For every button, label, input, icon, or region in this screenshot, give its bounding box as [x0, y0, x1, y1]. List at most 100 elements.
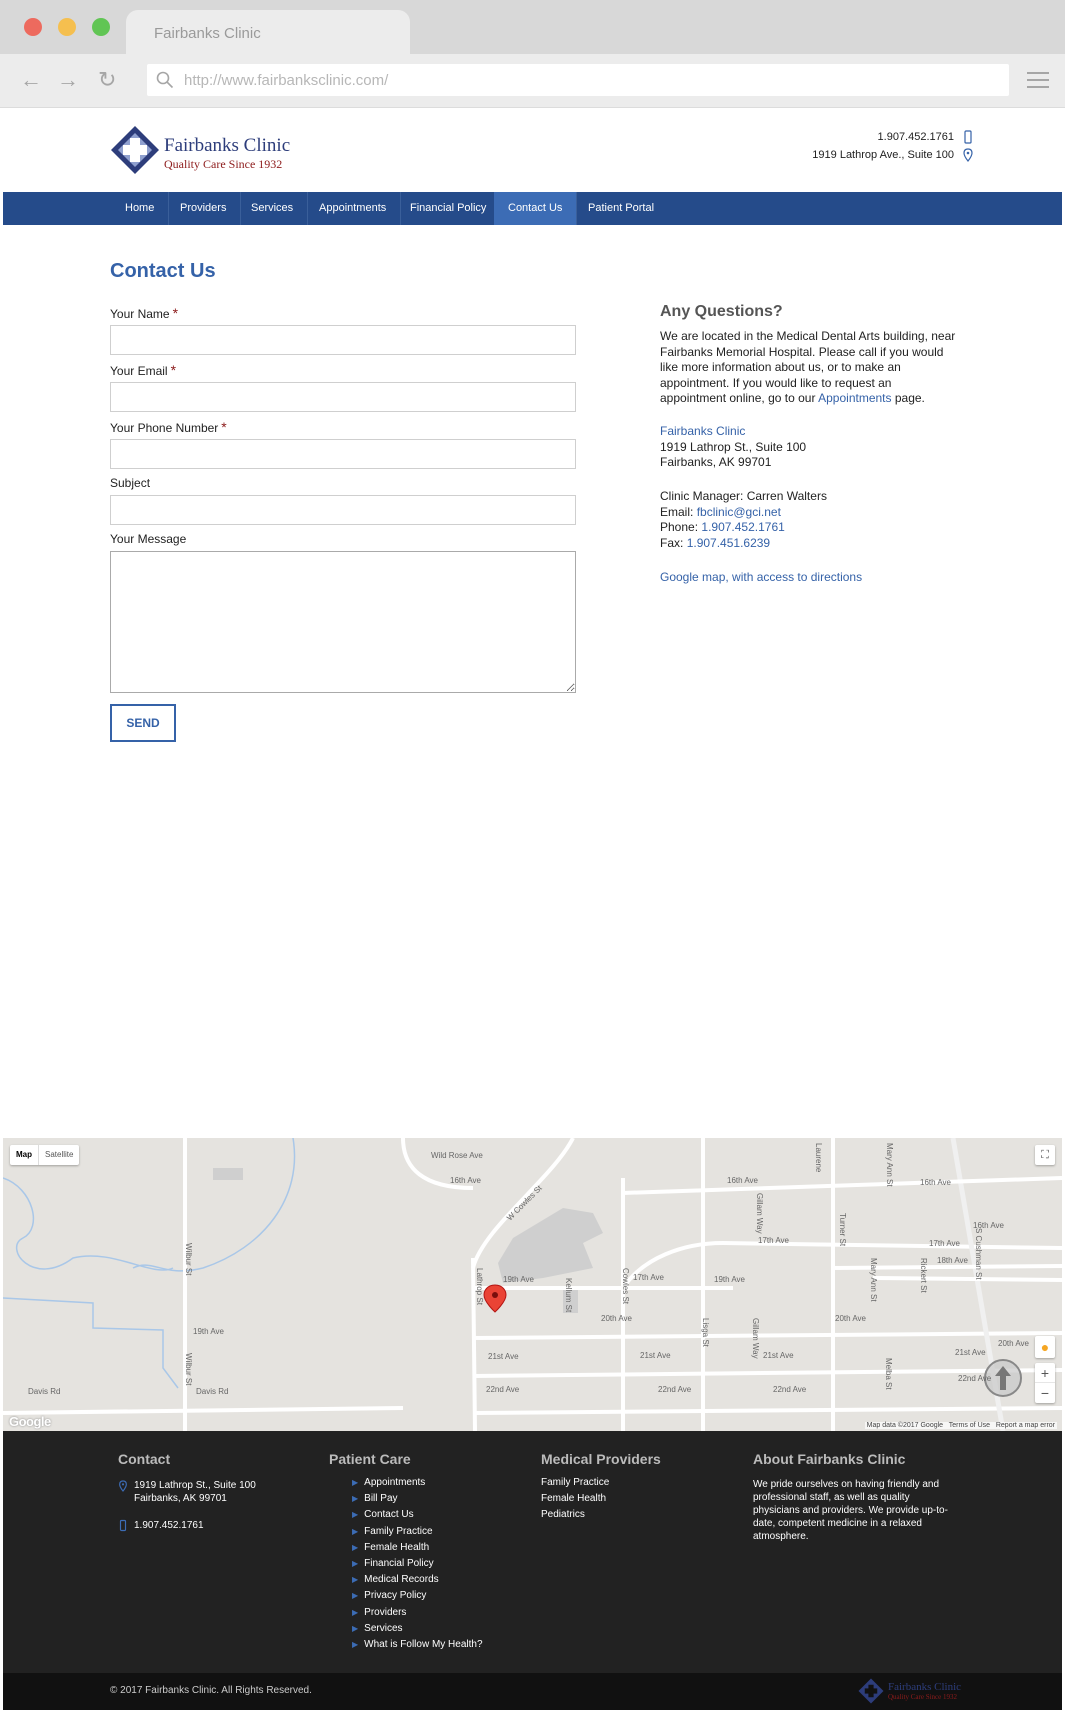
aside-address: Fairbanks Clinic 1919 Lathrop St., Suite… [660, 424, 960, 471]
footer-phone[interactable]: 1.907.452.1761 [134, 1519, 204, 1532]
message-textarea[interactable] [110, 551, 576, 693]
footer-logo[interactable]: Fairbanks Clinic Quality Care Since 1932 [858, 1678, 968, 1706]
footer-about-text: We pride ourselves on having friendly an… [753, 1479, 948, 1542]
email-link[interactable]: fbclinic@gci.net [697, 505, 781, 519]
reload-icon[interactable]: ↻ [98, 68, 116, 92]
footer-link-appointments[interactable]: Appointments [364, 1476, 483, 1492]
subject-input[interactable] [110, 495, 576, 525]
nav-home[interactable]: Home [111, 192, 170, 225]
phone-row-label: Phone: [660, 520, 699, 534]
fax-link[interactable]: 1.907.451.6239 [687, 536, 770, 550]
clinic-cross-logo-icon [858, 1678, 884, 1704]
address-bar[interactable]: http://www.fairbanksclinic.com/ [147, 64, 1009, 96]
footer-link-female-health[interactable]: Female Health [364, 1541, 483, 1557]
minimize-window-button[interactable] [58, 18, 76, 36]
footer-link-privacy-policy[interactable]: Privacy Policy [364, 1589, 483, 1605]
street-label: 20th Ave [835, 1314, 866, 1323]
footer-link-follow-my-health[interactable]: What is Follow My Health? [364, 1638, 482, 1654]
aside-email-row: Email: fbclinic@gci.net [660, 505, 960, 521]
street-label: 19th Ave [193, 1327, 224, 1336]
street-label: 22nd Ave [773, 1385, 807, 1394]
google-map-link[interactable]: Google map, with access to directions [660, 570, 960, 586]
browser-toolbar: ← → ↻ http://www.fairbanksclinic.com/ [0, 54, 1065, 108]
google-map[interactable]: Wild Rose Ave 16th Ave 16th Ave 16th Ave… [3, 1138, 1062, 1431]
footer-provider-pediatrics[interactable]: Pediatrics [541, 1508, 609, 1524]
street-label: Laurene [814, 1143, 823, 1173]
aside-fax-row: Fax: 1.907.451.6239 [660, 536, 960, 552]
nav-providers[interactable]: Providers [166, 192, 242, 225]
subject-label: Subject [110, 476, 151, 490]
email-label: Your Email * [110, 362, 176, 378]
back-arrow-icon[interactable]: ← [20, 68, 42, 92]
street-view-pegman-icon[interactable]: ● [1035, 1336, 1055, 1358]
browser-menu-icon[interactable] [1027, 72, 1049, 88]
aside-clinic-name[interactable]: Fairbanks Clinic [660, 424, 960, 440]
street-label: Lathrop St [475, 1268, 484, 1305]
footer-link-providers[interactable]: Providers [364, 1606, 483, 1622]
map-type-map[interactable]: Map [10, 1145, 39, 1165]
site-footer: Contact 1919 Lathrop St., Suite 100 Fair… [3, 1431, 1062, 1673]
maximize-window-button[interactable] [92, 18, 110, 36]
footer-logo-name: Fairbanks Clinic [888, 1681, 962, 1693]
footer-link-services[interactable]: Services [364, 1622, 483, 1638]
mobile-phone-icon [119, 1519, 127, 1532]
appointments-link[interactable]: Appointments [818, 391, 891, 405]
zoom-out-button[interactable]: − [1035, 1383, 1055, 1403]
nav-patient-portal[interactable]: Patient Portal [574, 192, 668, 225]
street-label: Wilbur St [184, 1243, 193, 1276]
street-label: Davis Rd [196, 1387, 229, 1396]
footer-providers-title: Medical Providers [541, 1451, 661, 1467]
nav-financial-policy[interactable]: Financial Policy [396, 192, 502, 225]
street-label: 22nd Ave [486, 1385, 520, 1394]
close-window-button[interactable] [24, 18, 42, 36]
aside-manager: Clinic Manager: Carren Walters [660, 489, 827, 503]
nav-appointments[interactable]: Appointments [305, 192, 402, 225]
message-label: Your Message [110, 532, 187, 546]
map-pin-icon [963, 148, 973, 162]
footer-link-financial-policy[interactable]: Financial Policy [364, 1557, 483, 1573]
footer-provider-female-health[interactable]: Female Health [541, 1492, 609, 1508]
map-roads [3, 1138, 1062, 1431]
name-input[interactable] [110, 325, 576, 355]
nav-contact-us[interactable]: Contact Us [494, 192, 578, 225]
footer-link-medical-records[interactable]: Medical Records [364, 1573, 483, 1589]
header-phone[interactable]: 1.907.452.1761 [878, 131, 954, 143]
forward-arrow-icon[interactable]: → [57, 68, 79, 92]
street-label: 21st Ave [640, 1351, 671, 1360]
aside-contact-details: Clinic Manager: Carren Walters Email: fb… [660, 489, 960, 551]
map-type-satellite[interactable]: Satellite [39, 1145, 79, 1165]
phone-link[interactable]: 1.907.452.1761 [701, 520, 784, 534]
footer-link-bill-pay[interactable]: Bill Pay [364, 1492, 483, 1508]
footer-street: 1919 Lathrop St., Suite 100 [134, 1480, 256, 1491]
street-label: Gillam Way [751, 1318, 760, 1359]
street-label: Gillam Way [755, 1193, 764, 1234]
phone-label: Your Phone Number * [110, 419, 227, 435]
aside-intro: We are located in the Medical Dental Art… [660, 329, 960, 407]
zoom-control: + − [1035, 1363, 1055, 1403]
terms-of-use-link[interactable]: Terms of Use [949, 1422, 990, 1429]
mobile-phone-icon [964, 130, 972, 144]
map-attribution: Map data ©2017 Google Terms of Use Repor… [864, 1422, 1057, 1429]
phone-input[interactable] [110, 439, 576, 469]
send-button[interactable]: SEND [110, 704, 176, 742]
browser-titlebar: Fairbanks Clinic [0, 0, 1065, 54]
browser-tab[interactable]: Fairbanks Clinic [126, 10, 410, 54]
footer-link-contact-us[interactable]: Contact Us [364, 1508, 483, 1524]
footer-link-family-practice[interactable]: Family Practice [364, 1525, 483, 1541]
street-label: 19th Ave [503, 1275, 534, 1284]
street-label: S Cushman St [974, 1228, 983, 1280]
email-input[interactable] [110, 382, 576, 412]
aside-phone-row: Phone: 1.907.452.1761 [660, 520, 960, 536]
street-label: Wilbur St [184, 1353, 193, 1386]
site-logo[interactable]: Fairbanks Clinic Quality Care Since 1932 [110, 125, 310, 177]
footer-provider-family-practice[interactable]: Family Practice [541, 1476, 609, 1492]
zoom-in-button[interactable]: + [1035, 1363, 1055, 1383]
copyright-bar: © 2017 Fairbanks Clinic. All Rights Rese… [3, 1673, 1062, 1710]
fullscreen-icon[interactable]: ⛶ [1035, 1145, 1055, 1165]
street-label: 20th Ave [998, 1339, 1029, 1348]
street-label: 18th Ave [937, 1256, 968, 1265]
header-address: 1919 Lathrop Ave., Suite 100 [812, 149, 954, 161]
nav-services[interactable]: Services [237, 192, 309, 225]
aside-title: Any Questions? [660, 303, 783, 320]
report-map-error-link[interactable]: Report a map error [996, 1422, 1055, 1429]
